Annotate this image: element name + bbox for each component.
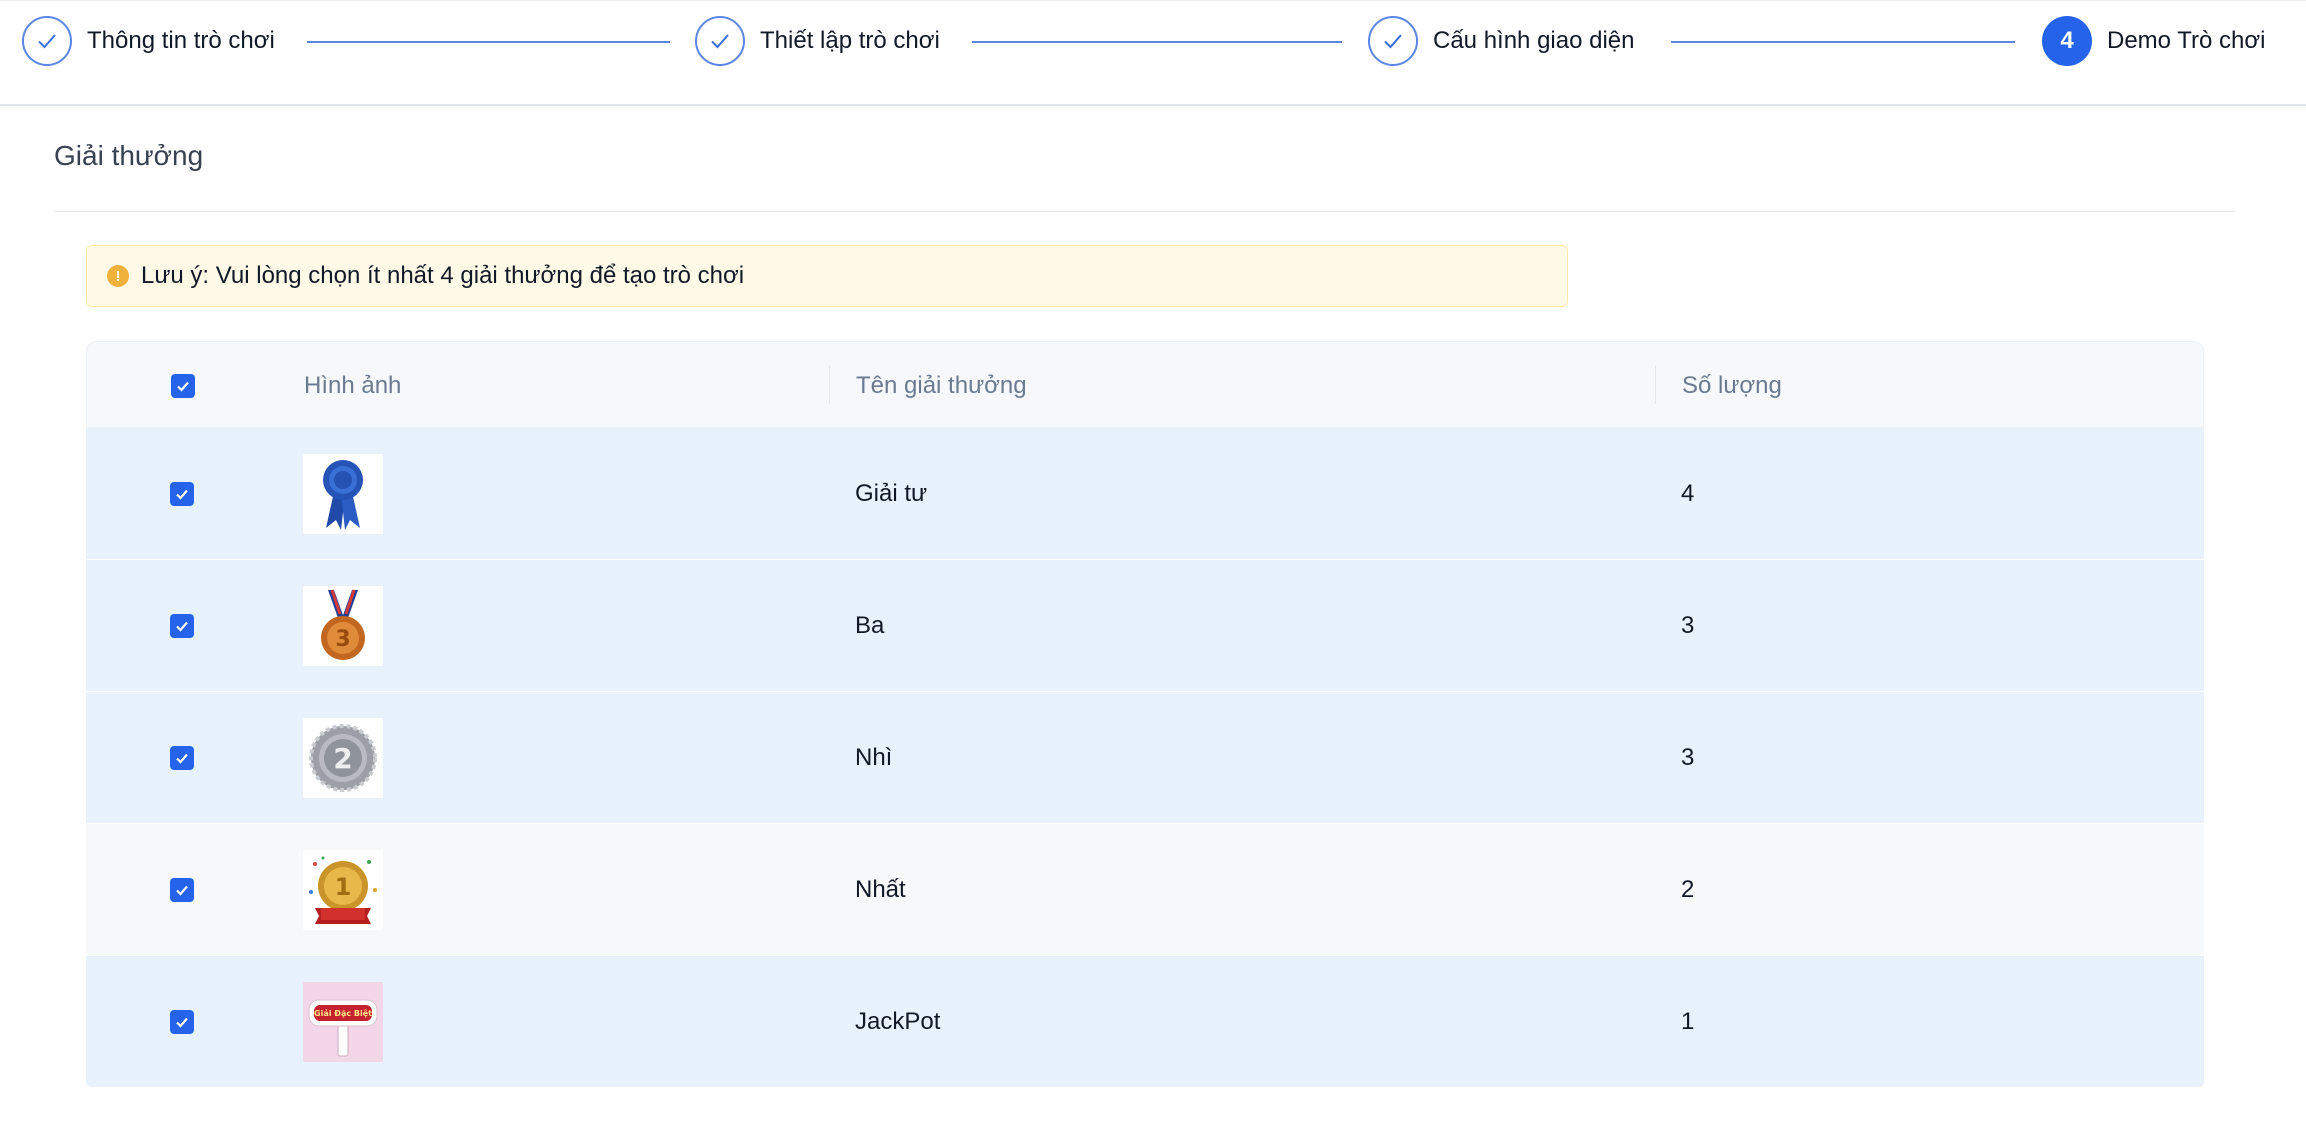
prize-name: Ba — [855, 612, 885, 639]
row-checkbox[interactable] — [170, 1010, 194, 1034]
silver-medal-2-icon: 2 — [309, 724, 377, 792]
prize-image: 1 — [303, 850, 383, 930]
checkmark-icon — [176, 1017, 188, 1028]
row-checkbox[interactable] — [170, 614, 194, 638]
column-header-quantity[interactable]: Số lượng — [1682, 342, 1782, 429]
table-row[interactable]: Giải Đặc Biệt JackPot 1 — [86, 956, 2204, 1088]
prize-name: JackPot — [855, 1008, 941, 1035]
checkmark-icon — [176, 621, 188, 632]
svg-text:3: 3 — [335, 627, 350, 652]
select-all-cell — [171, 342, 195, 429]
prize-quantity: 3 — [1681, 612, 1695, 639]
prize-name: Nhì — [855, 744, 893, 771]
prize-quantity: 3 — [1681, 744, 1695, 771]
row-checkbox[interactable] — [170, 746, 194, 770]
step-ui-config[interactable]: Cấu hình giao diện — [1368, 15, 1635, 67]
blue-ribbon-icon — [323, 460, 363, 530]
select-all-checkbox[interactable] — [171, 373, 195, 398]
prize-name: Nhất — [855, 876, 906, 903]
bronze-medal-3-icon: 3 — [321, 589, 365, 660]
prize-image: 3 — [303, 586, 383, 666]
step-number-badge: 4 — [2042, 16, 2092, 66]
table-row[interactable]: Giải tư 4 — [86, 428, 2204, 560]
row-checkbox[interactable] — [170, 482, 194, 506]
check-icon — [22, 16, 72, 66]
prize-table: Hình ảnh Tên giải thưởng Số lượng Giải t… — [86, 341, 2204, 1088]
checkmark-icon — [176, 885, 188, 896]
step-connector — [1671, 41, 2015, 43]
prize-image: Giải Đặc Biệt — [303, 982, 383, 1062]
prize-image — [303, 454, 383, 534]
check-icon — [695, 16, 745, 66]
checkmark-icon — [176, 489, 188, 500]
step-label: Thông tin trò chơi — [87, 27, 275, 54]
check-icon — [1368, 16, 1418, 66]
stepper: Thông tin trò chơi Thiết lập trò chơi Cấ… — [0, 0, 2306, 106]
prize-name: Giải tư — [855, 480, 928, 507]
prize-quantity: 1 — [1681, 1008, 1695, 1035]
step-label: Cấu hình giao diện — [1433, 27, 1635, 54]
section-divider — [54, 211, 2235, 212]
section-title: Giải thưởng — [54, 140, 204, 171]
warning-alert: ! Lưu ý: Vui lòng chọn ít nhất 4 giải th… — [86, 245, 1568, 307]
prize-sign-text: Giải Đặc Biệt — [314, 1008, 372, 1018]
checkmark-icon — [176, 753, 188, 764]
column-separator — [829, 366, 830, 404]
step-connector — [972, 41, 1342, 43]
gold-medal-1-icon: 1 — [309, 856, 377, 924]
column-separator — [1655, 366, 1656, 404]
table-row[interactable]: 2 Nhì 3 — [86, 692, 2204, 824]
special-prize-sign-icon: Giải Đặc Biệt — [303, 982, 383, 1062]
column-header-image[interactable]: Hình ảnh — [304, 342, 401, 429]
step-label: Thiết lập trò chơi — [760, 27, 940, 54]
info-icon: ! — [107, 265, 129, 287]
svg-text:1: 1 — [335, 873, 352, 901]
column-header-name[interactable]: Tên giải thưởng — [856, 342, 1027, 429]
table-row[interactable]: 3 Ba 3 — [86, 560, 2204, 692]
step-game-info[interactable]: Thông tin trò chơi — [22, 15, 275, 67]
step-label: Demo Trò chơi — [2107, 27, 2266, 54]
checkmark-icon — [177, 381, 189, 392]
table-header: Hình ảnh Tên giải thưởng Số lượng — [86, 341, 2204, 428]
prize-image: 2 — [303, 718, 383, 798]
prize-quantity: 4 — [1681, 480, 1695, 507]
row-checkbox[interactable] — [170, 878, 194, 902]
step-demo[interactable]: 4 Demo Trò chơi — [2042, 15, 2265, 67]
step-game-setup[interactable]: Thiết lập trò chơi — [695, 15, 940, 67]
table-row[interactable]: 1 Nhất 2 — [86, 824, 2204, 956]
alert-text: Lưu ý: Vui lòng chọn ít nhất 4 giải thưở… — [141, 262, 745, 289]
step-connector — [307, 41, 670, 43]
svg-text:2: 2 — [333, 742, 352, 775]
prize-quantity: 2 — [1681, 876, 1695, 903]
